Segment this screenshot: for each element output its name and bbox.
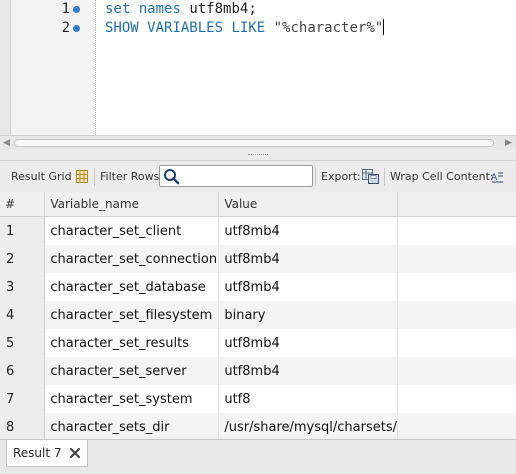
value-cell[interactable]: utf8mb4 [218,273,398,301]
value-cell[interactable]: utf8mb4 [218,216,398,245]
code-text[interactable]: set names utf8mb4; [105,0,257,19]
scrollbar-thumb[interactable] [14,139,494,147]
column-header-index[interactable]: # [0,192,46,217]
variable-name-cell[interactable]: character_set_system [44,385,220,413]
empty-cell [397,413,516,439]
filter-rows-field[interactable] [159,165,313,187]
column-header-value[interactable]: Value [218,192,398,217]
wrap-icon[interactable]: A [491,170,504,183]
result-grid[interactable]: # Variable_name Value 1 character_set_cli… [0,192,516,439]
table-row[interactable]: 4 character_set_filesystem binary [0,301,516,329]
table-row[interactable]: 8 character_sets_dir/usr/share/mysql/char… [0,413,516,439]
row-index-cell[interactable]: 6 [0,357,46,385]
grid-icon[interactable] [76,170,88,183]
scroll-right-icon[interactable]: ▶ [505,138,513,148]
row-index-cell[interactable]: 5 [0,329,46,357]
toolbar-separator [384,168,385,186]
table-row[interactable]: 6 character_set_server utf8mb4 [0,357,516,385]
empty-cell [397,301,516,329]
table-row[interactable]: 1 character_set_client utf8mb4 [0,216,516,245]
editor-line-2[interactable]: 2 SHOW VARIABLES LIKE "%character%" [0,19,516,38]
variable-name-cell[interactable]: character_set_client [44,216,220,245]
close-icon[interactable] [69,447,81,459]
table-row[interactable]: 2 character_set_connection utf8mb4 [0,245,516,273]
result-tab-label: Result 7 [13,446,62,460]
empty-cell [397,216,516,245]
table-row[interactable]: 7 character_set_system utf8 [0,385,516,413]
toolbar-separator [94,168,95,186]
keyword-variables: VARIABLES [147,20,224,36]
toolbar-separator [315,168,316,186]
row-index-cell[interactable]: 1 [0,216,46,245]
empty-cell [397,245,516,273]
keyword-like: LIKE [231,20,266,36]
table-row[interactable]: 5 character_set_results utf8mb4 [0,329,516,357]
result-tab[interactable]: Result 7 [6,440,88,467]
export-icon[interactable] [362,169,379,184]
value-cell[interactable]: utf8mb4 [218,245,398,273]
value-cell[interactable]: binary [218,301,398,329]
column-header-variable-name[interactable]: Variable_name [44,192,220,217]
value-cell[interactable]: utf8mb4 [218,329,398,357]
column-header-empty [397,192,516,217]
filter-rows-label: Filter Rows: [100,170,164,183]
code-text[interactable]: SHOW VARIABLES LIKE "%character%" [105,19,385,38]
statement-marker-icon [73,6,80,13]
statement-marker-icon [73,25,80,32]
row-index-cell[interactable]: 4 [0,301,46,329]
empty-cell [397,329,516,357]
variable-name-cell[interactable]: character_set_database [44,273,220,301]
scroll-left-icon[interactable]: ◀ [3,138,11,148]
sql-editor[interactable]: 1 set names utf8mb4; 2 SHOW VARIABLES LI… [0,0,516,135]
result-tab-bar: Result 7 [0,439,516,474]
table-row[interactable]: 3 character_set_database utf8mb4 [0,273,516,301]
result-toolbar: Result Grid Filter Rows: Export: Wrap Ce… [0,161,516,193]
value-cell[interactable]: utf8 [218,385,398,413]
empty-cell [397,273,516,301]
result-table: # Variable_name Value 1 character_set_cli… [0,192,516,439]
export-label: Export: [321,170,361,183]
variable-name-cell[interactable]: character_set_filesystem [44,301,220,329]
variable-name-cell[interactable]: character_set_server [44,357,220,385]
variable-name-cell[interactable]: character_set_results [44,329,220,357]
splitter-grip-icon [248,154,268,156]
editor-line-1[interactable]: 1 set names utf8mb4; [0,0,516,19]
row-index-cell[interactable]: 2 [0,245,46,273]
value-cell[interactable]: utf8mb4 [218,357,398,385]
keyword-show: SHOW [105,20,139,36]
wrap-cell-content-label: Wrap Cell Content: [390,170,494,183]
search-icon [164,169,180,185]
row-index-cell[interactable]: 8 [0,413,46,439]
empty-cell [397,357,516,385]
string-literal: "%character%" [273,20,384,36]
panel-splitter[interactable] [0,150,516,161]
text-caret [383,19,385,35]
charset-token: utf8mb4; [189,1,257,17]
keyword-names: names [138,1,181,17]
keyword-set: set [105,1,131,17]
line-number: 2 [61,20,70,36]
line-number: 1 [61,1,70,17]
row-index-cell[interactable]: 3 [0,273,46,301]
table-header-row: # Variable_name Value [0,192,516,217]
variable-name-cell[interactable]: character_sets_dir [44,413,220,439]
empty-cell [397,385,516,413]
editor-horizontal-scrollbar[interactable]: ◀ ▶ [0,135,516,150]
variable-name-cell[interactable]: character_set_connection [44,245,220,273]
value-cell[interactable]: /usr/share/mysql/charsets/ [218,413,398,439]
result-grid-label: Result Grid [11,170,72,183]
row-index-cell[interactable]: 7 [0,385,46,413]
filter-rows-input[interactable] [182,167,308,185]
